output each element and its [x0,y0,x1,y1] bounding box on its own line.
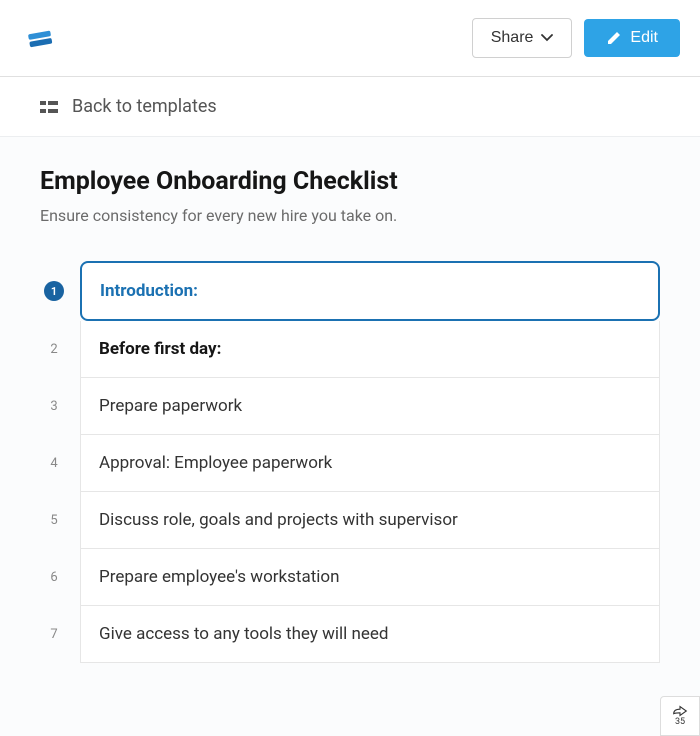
row-number: 3 [40,378,68,435]
row-number: 2 [40,321,68,378]
checklist-item-label: Give access to any tools they will need [99,624,389,644]
checklist-item[interactable]: Before first day: [80,321,660,378]
overlay-text: 35 [675,717,685,727]
page-title: Employee Onboarding Checklist [40,167,660,196]
checklist-row: 1 Introduction: [40,261,660,321]
checklist-item-label: Introduction: [100,281,198,301]
back-icon [40,99,58,115]
row-number: 1 [40,261,68,321]
back-label: Back to templates [72,96,217,117]
checklist-item[interactable]: Prepare paperwork [80,378,660,435]
row-number: 7 [40,606,68,663]
row-number: 6 [40,549,68,606]
checklist-row: 6 Prepare employee's workstation [40,549,660,606]
checklist: 1 Introduction: 2 Before first day: 3 Pr… [40,261,660,723]
checklist-item-label: Approval: Employee paperwork [99,453,332,473]
checklist-item[interactable]: Introduction: [80,261,660,321]
page-subtitle: Ensure consistency for every new hire yo… [40,206,660,225]
pencil-icon [606,30,622,46]
content-scroll[interactable]: Employee Onboarding Checklist Ensure con… [0,137,700,736]
content-wrap: Employee Onboarding Checklist Ensure con… [0,137,700,736]
share-arrow-icon [671,705,689,717]
checklist-item[interactable]: Approval: Employee paperwork [80,435,660,492]
top-bar-actions: Share Edit [472,18,680,58]
checklist-row: 7 Give access to any tools they will nee… [40,606,660,663]
checklist-item-label: Prepare paperwork [99,396,242,416]
row-number: 5 [40,492,68,549]
checklist-item[interactable]: Discuss role, goals and projects with su… [80,492,660,549]
row-number-badge: 1 [44,281,64,301]
edit-button[interactable]: Edit [584,19,680,57]
checklist-item[interactable]: Give access to any tools they will need [80,606,660,663]
checklist-item[interactable]: Prepare employee's workstation [80,549,660,606]
edit-label: Edit [630,29,658,47]
share-label: Share [491,29,534,47]
app-logo [25,23,55,53]
chevron-down-icon [541,34,553,42]
row-number: 4 [40,435,68,492]
checklist-row: 2 Before first day: [40,321,660,378]
back-to-templates[interactable]: Back to templates [0,77,700,137]
checklist-row: 5 Discuss role, goals and projects with … [40,492,660,549]
checklist-row: 3 Prepare paperwork [40,378,660,435]
checklist-item-label: Before first day: [99,339,221,359]
checklist-item-label: Prepare employee's workstation [99,567,340,587]
checklist-row: 4 Approval: Employee paperwork [40,435,660,492]
checklist-item-label: Discuss role, goals and projects with su… [99,510,458,530]
top-bar: Share Edit [0,0,700,77]
share-button[interactable]: Share [472,18,573,58]
bottom-overlay[interactable]: 35 [660,696,700,736]
